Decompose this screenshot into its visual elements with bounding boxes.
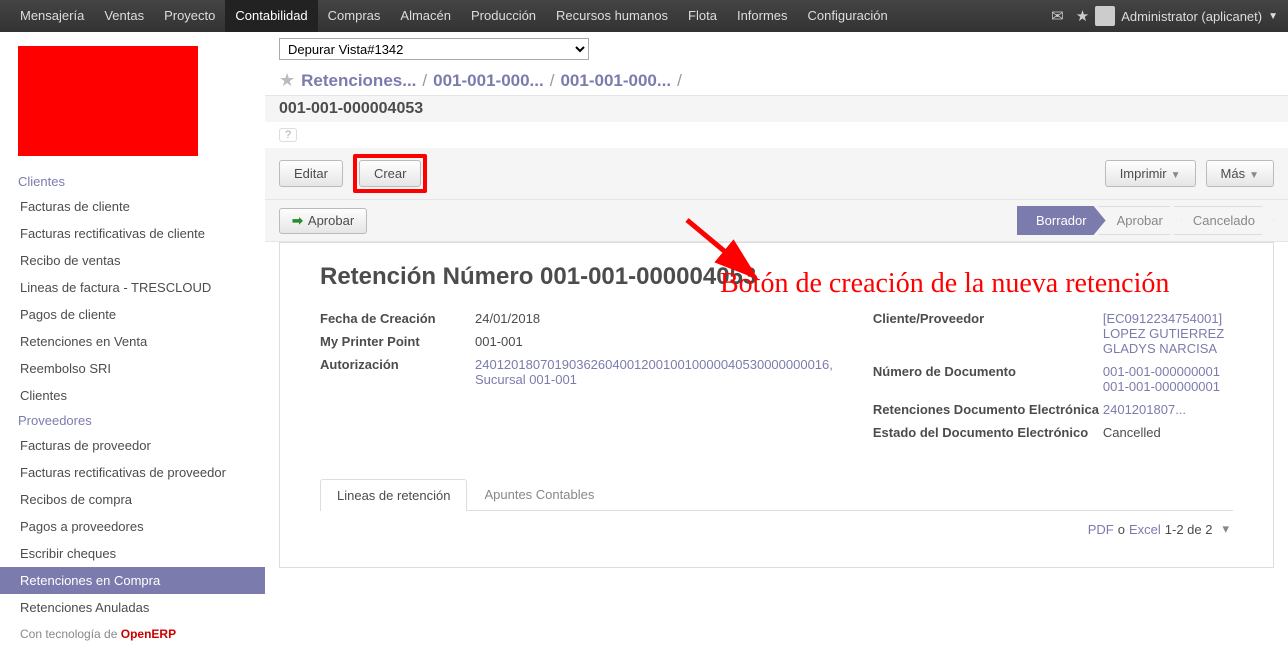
export-pdf-link[interactable]: PDF xyxy=(1088,522,1114,537)
label-numdoc: Número de Documento xyxy=(873,364,1103,379)
mail-icon[interactable]: ✉ xyxy=(1051,7,1064,25)
val-retdoc[interactable]: 2401201807... xyxy=(1103,402,1233,417)
sidebar-item-reembolso-sri[interactable]: Reembolso SRI xyxy=(0,355,265,382)
menu-contabilidad[interactable]: Contabilidad xyxy=(225,0,317,32)
sidebar-item-recibos-compra[interactable]: Recibos de compra xyxy=(0,486,265,513)
menu-proyecto[interactable]: Proyecto xyxy=(154,0,225,32)
sidebar-item-escribir-cheques[interactable]: Escribir cheques xyxy=(0,540,265,567)
menu-compras[interactable]: Compras xyxy=(318,0,391,32)
edit-button[interactable]: Editar xyxy=(279,160,343,187)
sidebar-item-pagos-cliente[interactable]: Pagos de cliente xyxy=(0,301,265,328)
toolbar: Editar Crear Imprimir▼ Más▼ xyxy=(265,148,1288,199)
val-cliente[interactable]: [EC0912234754001] LOPEZ GUTIERREZ GLADYS… xyxy=(1103,311,1233,356)
breadcrumb: ★ Retenciones... / 001-001-000... / 001-… xyxy=(265,66,1288,95)
page-title: 001-001-000004053 xyxy=(265,95,1288,122)
avatar-icon xyxy=(1095,6,1115,26)
chevron-down-icon: ▼ xyxy=(1268,11,1278,22)
val-printer: 001-001 xyxy=(475,334,833,349)
label-estado: Estado del Documento Electrónico xyxy=(873,425,1103,440)
val-estado: Cancelled xyxy=(1103,425,1233,440)
powered-by: Con tecnología de OpenERP xyxy=(0,621,265,647)
user-menu[interactable]: Administrator (aplicanet) ▼ xyxy=(1095,6,1278,26)
menu-config[interactable]: Configuración xyxy=(798,0,898,32)
sidebar-item-facturas-cliente[interactable]: Facturas de cliente xyxy=(0,193,265,220)
sidebar-item-facturas-prov[interactable]: Facturas de proveedor xyxy=(0,432,265,459)
sidebar-item-rectif-prov[interactable]: Facturas rectificativas de proveedor xyxy=(0,459,265,486)
menu-ventas[interactable]: Ventas xyxy=(94,0,154,32)
pager: 1-2 de 2 xyxy=(1165,522,1213,537)
sidebar-item-recibo-ventas[interactable]: Recibo de ventas xyxy=(0,247,265,274)
form-sheet: Retención Número 001-001-000004053 Fecha… xyxy=(280,243,1273,567)
sidebar-section-proveedores: Proveedores xyxy=(0,409,265,432)
logo xyxy=(18,46,198,156)
label-printer: My Printer Point xyxy=(320,334,475,349)
create-button-highlight: Crear xyxy=(353,154,428,193)
arrow-right-icon: ➡ xyxy=(292,213,303,229)
approve-button[interactable]: ➡ Aprobar xyxy=(279,208,367,234)
top-menu: Mensajería Ventas Proyecto Contabilidad … xyxy=(0,0,1288,32)
menu-flota[interactable]: Flota xyxy=(678,0,727,32)
sidebar-item-ret-venta[interactable]: Retenciones en Venta xyxy=(0,328,265,355)
crumb-3[interactable]: 001-001-000... xyxy=(560,71,671,91)
print-button[interactable]: Imprimir▼ xyxy=(1105,160,1196,187)
export-excel-link[interactable]: Excel xyxy=(1129,522,1161,537)
tab-lineas[interactable]: Lineas de retención xyxy=(320,479,467,511)
user-name: Administrator (aplicanet) xyxy=(1121,9,1262,24)
star-icon[interactable]: ★ xyxy=(1076,7,1089,25)
tab-apuntes[interactable]: Apuntes Contables xyxy=(467,478,611,510)
create-button[interactable]: Crear xyxy=(359,160,422,187)
status-bar: ➡ Aprobar Borrador Aprobar Cancelado xyxy=(265,199,1288,242)
menu-informes[interactable]: Informes xyxy=(727,0,798,32)
label-retdoc: Retenciones Documento Electrónica xyxy=(873,402,1103,417)
chevron-down-icon[interactable]: ▾ xyxy=(1222,521,1229,537)
form-tabs: Lineas de retención Apuntes Contables xyxy=(320,478,1233,511)
step-borrador[interactable]: Borrador xyxy=(1017,206,1106,235)
val-autorizacion[interactable]: 2401201807019036260400120010010000040530… xyxy=(475,357,833,387)
menu-mensajeria[interactable]: Mensajería xyxy=(10,0,94,32)
debug-view-select[interactable]: Depurar Vista#1342 xyxy=(279,38,589,60)
label-fecha: Fecha de Creación xyxy=(320,311,475,326)
form-title: Retención Número 001-001-000004053 xyxy=(320,263,1233,291)
menu-rrhh[interactable]: Recursos humanos xyxy=(546,0,678,32)
caret-down-icon: ▼ xyxy=(1249,170,1259,181)
caret-down-icon: ▼ xyxy=(1171,170,1181,181)
sidebar-item-lineas-trescloud[interactable]: Lineas de factura - TRESCLOUD xyxy=(0,274,265,301)
label-autorizacion: Autorización xyxy=(320,357,475,372)
sidebar: Clientes Facturas de cliente Facturas re… xyxy=(0,32,265,647)
val-fecha: 24/01/2018 xyxy=(475,311,833,326)
step-aprobar[interactable]: Aprobar xyxy=(1098,206,1182,235)
sidebar-item-ret-compra[interactable]: Retenciones en Compra xyxy=(0,567,265,594)
favorite-star-icon[interactable]: ★ xyxy=(279,70,295,91)
crumb-1[interactable]: Retenciones... xyxy=(301,71,416,91)
menu-almacen[interactable]: Almacén xyxy=(390,0,461,32)
main-content: Depurar Vista#1342 ★ Retenciones... / 00… xyxy=(265,32,1288,647)
sidebar-item-rectif-cliente[interactable]: Facturas rectificativas de cliente xyxy=(0,220,265,247)
help-icon[interactable]: ? xyxy=(279,128,297,142)
sidebar-item-pagos-prov[interactable]: Pagos a proveedores xyxy=(0,513,265,540)
list-footer: PDF o Excel 1-2 de 2 ▾ xyxy=(320,511,1233,547)
crumb-2[interactable]: 001-001-000... xyxy=(433,71,544,91)
label-cliente: Cliente/Proveedor xyxy=(873,311,1103,326)
menu-produccion[interactable]: Producción xyxy=(461,0,546,32)
val-numdoc[interactable]: 001-001-000000001 001-001-000000001 xyxy=(1103,364,1233,394)
status-steps: Borrador Aprobar Cancelado xyxy=(1017,206,1274,235)
more-button[interactable]: Más▼ xyxy=(1206,160,1274,187)
step-cancelado[interactable]: Cancelado xyxy=(1174,206,1274,235)
sidebar-item-clientes[interactable]: Clientes xyxy=(0,382,265,409)
sidebar-item-ret-anuladas[interactable]: Retenciones Anuladas xyxy=(0,594,265,621)
sidebar-section-clientes: Clientes xyxy=(0,170,265,193)
